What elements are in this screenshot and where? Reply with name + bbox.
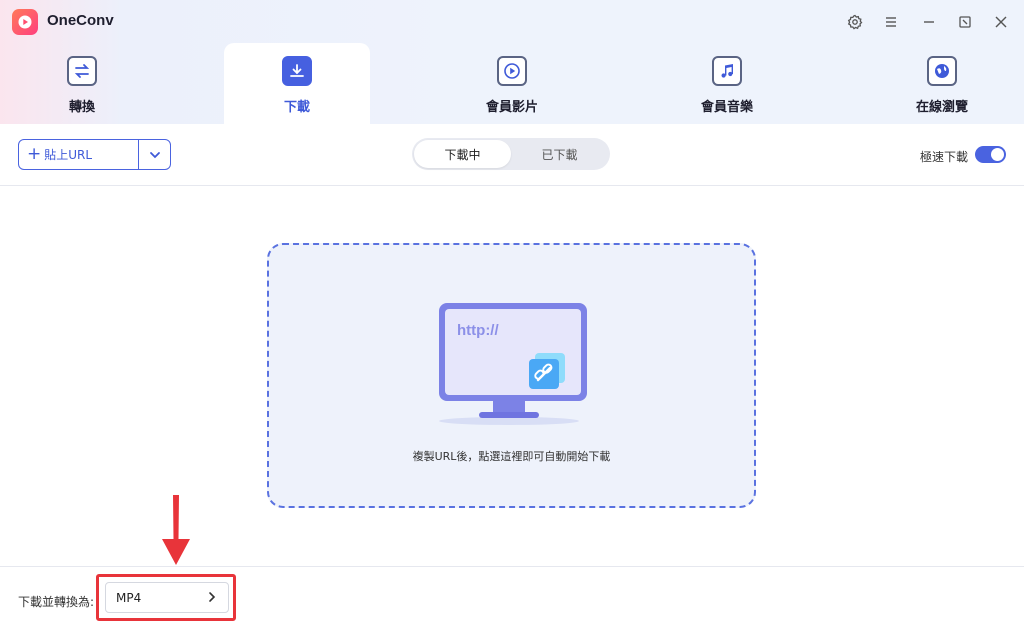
tab-member-video-label: 會員影片 xyxy=(485,100,538,115)
red-arrow-down-icon xyxy=(162,495,190,565)
tab-member-music[interactable]: 會員音樂 xyxy=(667,43,787,124)
toolbar: + 貼上URL 下載中 已下載 xyxy=(0,124,1024,186)
dropzone-hint: 複製URL後，點選這裡即可自動開始下載 xyxy=(412,450,611,463)
turbo-download-label: 極速下載 xyxy=(920,150,969,164)
turbo-download-toggle[interactable] xyxy=(975,146,1006,163)
highlight-box xyxy=(96,574,236,621)
paste-url-dropdown[interactable] xyxy=(138,140,170,169)
tab-download[interactable]: 下載 xyxy=(224,43,370,124)
paste-url-label: 貼上URL xyxy=(44,148,93,162)
globe-icon xyxy=(927,56,957,86)
paste-url-dropzone[interactable]: http:// 複製URL後，點選這裡即可自動開始下載 xyxy=(267,243,756,508)
plus-icon: + xyxy=(27,144,42,164)
monitor-link-illustration: http:// xyxy=(439,303,587,425)
maximize-icon[interactable] xyxy=(954,11,976,33)
close-icon[interactable] xyxy=(990,11,1012,33)
app-logo-icon xyxy=(12,9,38,35)
http-text: http:// xyxy=(457,322,499,339)
chevron-down-icon xyxy=(149,151,160,158)
minimize-icon[interactable] xyxy=(918,11,940,33)
settings-icon[interactable] xyxy=(844,11,866,33)
tab-convert[interactable]: 轉換 xyxy=(22,43,142,124)
convert-to-label: 下載並轉換為: xyxy=(18,595,95,609)
music-note-icon xyxy=(712,56,742,86)
video-play-icon xyxy=(497,56,527,86)
app-header: OneConv 轉換 下載 會員影片 會員音樂 在線瀏覽 xyxy=(0,0,1024,124)
download-status-switch: 下載中 已下載 xyxy=(412,138,610,170)
tab-online-browse[interactable]: 在線瀏覽 xyxy=(882,43,1002,124)
paste-url-group: + 貼上URL xyxy=(18,139,171,170)
tab-online-browse-label: 在線瀏覽 xyxy=(915,100,968,115)
tab-convert-label: 轉換 xyxy=(68,100,95,115)
convert-icon xyxy=(67,56,97,86)
tab-member-music-label: 會員音樂 xyxy=(700,100,753,115)
menu-icon[interactable] xyxy=(880,11,902,33)
app-title: OneConv xyxy=(47,12,114,29)
download-icon xyxy=(282,56,312,86)
tab-download-label: 下載 xyxy=(283,100,310,115)
segment-downloading[interactable]: 下載中 xyxy=(414,140,511,168)
segment-downloaded[interactable]: 已下載 xyxy=(511,140,608,168)
tab-member-video[interactable]: 會員影片 xyxy=(452,43,572,124)
paste-url-button[interactable]: + 貼上URL xyxy=(19,140,138,169)
